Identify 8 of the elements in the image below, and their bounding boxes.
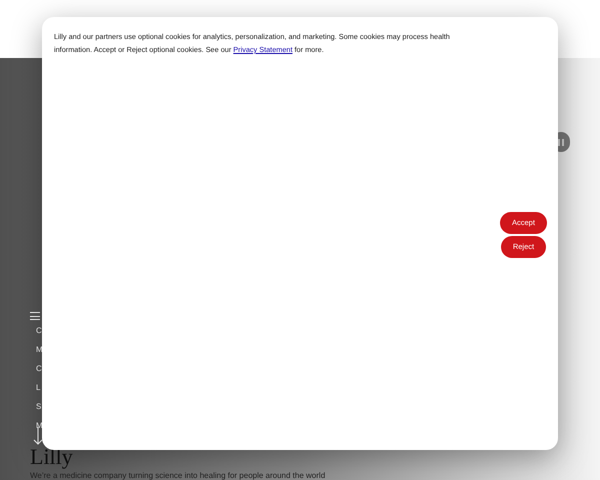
page-heading: Lilly (30, 446, 73, 468)
menu-icon[interactable] (30, 312, 40, 320)
down-arrow-icon[interactable] (33, 427, 43, 445)
nav-item[interactable]: L (36, 381, 43, 395)
nav-item[interactable]: S (36, 400, 43, 414)
nav-item[interactable]: C (36, 362, 43, 376)
nav-item[interactable]: M (36, 343, 43, 357)
nav-item[interactable]: C (36, 324, 43, 338)
